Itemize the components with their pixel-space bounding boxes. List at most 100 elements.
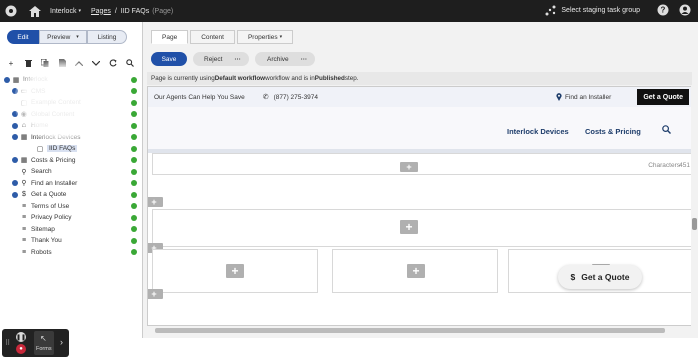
tree-item-label: Terms of Use bbox=[31, 202, 70, 210]
tree-item[interactable]: $ Get a Quote bbox=[4, 189, 138, 201]
add-widget-button[interactable]: + bbox=[400, 220, 418, 234]
tree-item-label: Find an Installer bbox=[31, 179, 78, 187]
staging-label: Select staging task group bbox=[561, 6, 640, 14]
tab-content[interactable]: Content bbox=[190, 30, 235, 44]
expand-toggle-icon[interactable] bbox=[12, 122, 18, 129]
move-icon[interactable] bbox=[56, 57, 68, 69]
expand-toggle-icon[interactable] bbox=[4, 76, 10, 83]
editable-text-area[interactable]: Characters 451 bbox=[152, 153, 691, 175]
forms-label: Forms bbox=[36, 346, 52, 352]
breadcrumb-type: (Page) bbox=[152, 7, 174, 15]
doc-icon: ≡ bbox=[21, 225, 27, 233]
published-status-icon bbox=[131, 214, 137, 221]
expand-toggle-icon[interactable] bbox=[12, 134, 18, 141]
site-installer-link[interactable]: Find an Installer bbox=[556, 93, 611, 101]
tree-item[interactable]: ≡ Terms of Use bbox=[4, 201, 138, 213]
expand-toggle-icon[interactable] bbox=[12, 191, 18, 198]
tree-item[interactable]: ⚲ Find an Installer bbox=[4, 178, 138, 190]
nav-interlock-devices[interactable]: Interlock Devices bbox=[507, 127, 569, 136]
more-options-icon[interactable]: ··· bbox=[234, 56, 241, 63]
archive-label: Archive bbox=[267, 55, 289, 63]
tree-item-label: Interlock Devices bbox=[31, 133, 81, 141]
refresh-icon[interactable] bbox=[107, 57, 119, 69]
staging-task-group-selector[interactable]: Select staging task group bbox=[545, 5, 640, 16]
user-icon[interactable] bbox=[678, 3, 692, 17]
copy-icon[interactable] bbox=[39, 57, 51, 69]
tree-item[interactable]: ▦ Interlock bbox=[4, 74, 138, 86]
home-icon[interactable] bbox=[28, 4, 42, 18]
published-status-icon bbox=[131, 157, 137, 164]
page-icon: ▢ bbox=[20, 99, 28, 107]
svg-text:?: ? bbox=[661, 6, 666, 15]
pause-icon[interactable]: ❚❚ bbox=[16, 332, 26, 342]
characters-label: Characters bbox=[648, 162, 680, 169]
breadcrumb-current: IID FAQs bbox=[120, 7, 150, 15]
published-status-icon bbox=[131, 134, 137, 141]
floating-get-quote-button[interactable]: $ Get a Quote bbox=[558, 265, 642, 289]
horizontal-scrollbar[interactable] bbox=[147, 327, 692, 334]
add-icon[interactable]: + bbox=[5, 57, 17, 69]
tree-item[interactable]: ▢ IID FAQs bbox=[4, 143, 138, 155]
tree-item[interactable]: ≡ Sitemap bbox=[4, 224, 138, 236]
nav-costs-pricing[interactable]: Costs & Pricing bbox=[585, 127, 641, 136]
breadcrumb-separator: / bbox=[114, 7, 117, 15]
expand-toggle-icon[interactable] bbox=[12, 157, 18, 164]
site-search-icon[interactable] bbox=[662, 125, 671, 136]
vertical-scroll-thumb[interactable] bbox=[692, 218, 697, 230]
add-section-button[interactable]: + bbox=[148, 289, 163, 299]
mode-tab-preview[interactable]: Preview ▾ bbox=[39, 30, 87, 44]
mode-tab-edit[interactable]: Edit bbox=[7, 30, 39, 44]
reject-button[interactable]: Reject ··· bbox=[193, 52, 249, 66]
tab-properties[interactable]: Properties ▾ bbox=[236, 30, 294, 44]
tree-item[interactable]: ▢ Example Content bbox=[4, 97, 138, 109]
more-options-icon[interactable]: ··· bbox=[301, 56, 308, 63]
add-widget-button[interactable]: + bbox=[400, 162, 418, 172]
tree-item[interactable]: ≡ Thank You bbox=[4, 235, 138, 247]
breadcrumb-pages[interactable]: Pages bbox=[91, 8, 111, 15]
chevron-down-icon[interactable]: ▾ bbox=[78, 8, 81, 14]
drag-handle-icon[interactable]: ⠿ bbox=[5, 339, 10, 347]
archive-button[interactable]: Archive ··· bbox=[255, 52, 315, 66]
help-icon[interactable]: ? bbox=[656, 3, 670, 17]
tree-item[interactable]: ◉ Global Content bbox=[4, 109, 138, 121]
site-get-quote-button[interactable]: Get a Quote bbox=[637, 89, 689, 105]
search-icon[interactable] bbox=[124, 57, 136, 69]
mode-tab-listing[interactable]: Listing bbox=[87, 30, 127, 44]
tree-item[interactable]: ▭ CMS bbox=[4, 86, 138, 98]
characters-count: 451 bbox=[679, 162, 690, 169]
tab-page[interactable]: Page bbox=[151, 30, 189, 44]
add-widget-button[interactable]: + bbox=[407, 264, 425, 278]
tree-item[interactable]: ▦ Costs & Pricing bbox=[4, 155, 138, 167]
horizontal-scroll-thumb[interactable] bbox=[155, 328, 665, 333]
dollar-icon: $ bbox=[22, 191, 26, 199]
expand-toggle-icon[interactable] bbox=[12, 180, 18, 187]
tree-item[interactable]: ⚲ Search bbox=[4, 166, 138, 178]
home-icon: ⌂ bbox=[21, 122, 27, 130]
expand-toggle-icon[interactable] bbox=[12, 111, 18, 118]
chevron-right-icon[interactable]: › bbox=[60, 337, 63, 347]
add-section-button[interactable]: + bbox=[148, 197, 163, 207]
mode-tabs: Edit Preview ▾ Listing bbox=[7, 30, 127, 44]
site-selector[interactable]: Interlock bbox=[50, 8, 76, 15]
tree-item[interactable]: ⌂ Home bbox=[4, 120, 138, 132]
tree-item-label: Robots bbox=[31, 248, 52, 256]
add-widget-button[interactable]: + bbox=[226, 264, 244, 278]
save-button[interactable]: Save bbox=[151, 52, 187, 66]
tree-item[interactable]: ≡ Privacy Policy bbox=[4, 212, 138, 224]
trash-icon[interactable] bbox=[22, 57, 34, 69]
expand-toggle-icon[interactable] bbox=[12, 88, 18, 95]
vertical-scrollbar[interactable] bbox=[691, 86, 698, 328]
app-menu-icon[interactable] bbox=[4, 4, 18, 18]
tree-item[interactable]: ▦ Interlock Devices bbox=[4, 132, 138, 144]
record-icon[interactable]: ● bbox=[16, 344, 26, 354]
tree-item-label: Sitemap bbox=[31, 225, 55, 233]
move-down-icon[interactable] bbox=[90, 57, 102, 69]
doc-icon: ≡ bbox=[21, 214, 27, 222]
pin-icon: ⚲ bbox=[21, 180, 27, 188]
tree-item[interactable]: ≡ Robots bbox=[4, 247, 138, 259]
site-phone[interactable]: ✆ (877) 275-3974 bbox=[263, 93, 318, 102]
move-up-icon[interactable] bbox=[73, 57, 85, 69]
tree-item-label: Thank You bbox=[31, 237, 62, 245]
tree-item-label: Get a Quote bbox=[31, 191, 67, 199]
forms-widget[interactable]: ↖ Forms bbox=[34, 331, 54, 355]
